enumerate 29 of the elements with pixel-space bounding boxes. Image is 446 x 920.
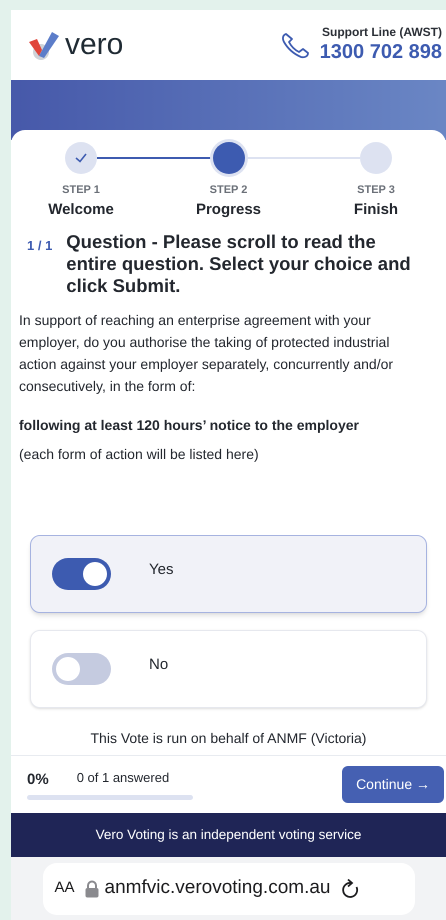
step-label: STEP 2 <box>210 183 248 198</box>
step-label: STEP 1 <box>62 183 100 198</box>
phone-icon[interactable] <box>280 31 312 59</box>
continue-button[interactable]: Continue → <box>342 766 444 803</box>
support-phone-link[interactable]: 1300 702 898 <box>320 40 442 65</box>
question-text: In support of reaching an enterprise agreement with your employer, do you authorise the taking of protected industrial action against your employer separately, concurrently and/or consecutively, in the form of: <box>18 311 394 396</box>
service-banner: Vero Voting is an independent voting service <box>11 813 446 857</box>
question-note: (each form of action will be listed here) <box>18 445 260 464</box>
choice-option[interactable]: No <box>30 630 427 708</box>
step-title: Progress <box>196 200 262 220</box>
step-label: STEP 3 <box>357 183 395 198</box>
toggle-switch[interactable] <box>52 653 111 685</box>
lock-icon <box>84 880 99 898</box>
footer-note: This Vote is run on behalf of ANMF (Victoria) <box>90 729 368 748</box>
support-label: Support Line (AWST) <box>322 25 442 40</box>
question-number: 1 / 1 <box>27 237 52 255</box>
reload-icon[interactable] <box>340 878 361 900</box>
brand-name: vero <box>65 30 124 60</box>
question-title: Question - Please scroll to read the entire question. Select your choice and click Submit. <box>66 231 412 297</box>
address-bar[interactable]: AA anmfvic.verovoting.com.au <box>42 862 414 914</box>
text-size-button[interactable]: AA <box>54 877 75 900</box>
url-text: anmfvic.verovoting.com.au <box>104 876 331 900</box>
progress-percent: 0% <box>27 770 49 790</box>
step-title: Finish <box>354 200 398 220</box>
question-emphasis: following at least 120 hours’ notice to the employer <box>18 416 360 435</box>
step-title: Welcome <box>48 200 114 220</box>
toggle-switch[interactable] <box>52 558 111 590</box>
answered-count: 0 of 1 answered <box>76 769 170 788</box>
choice-option[interactable]: Yes <box>30 535 427 613</box>
